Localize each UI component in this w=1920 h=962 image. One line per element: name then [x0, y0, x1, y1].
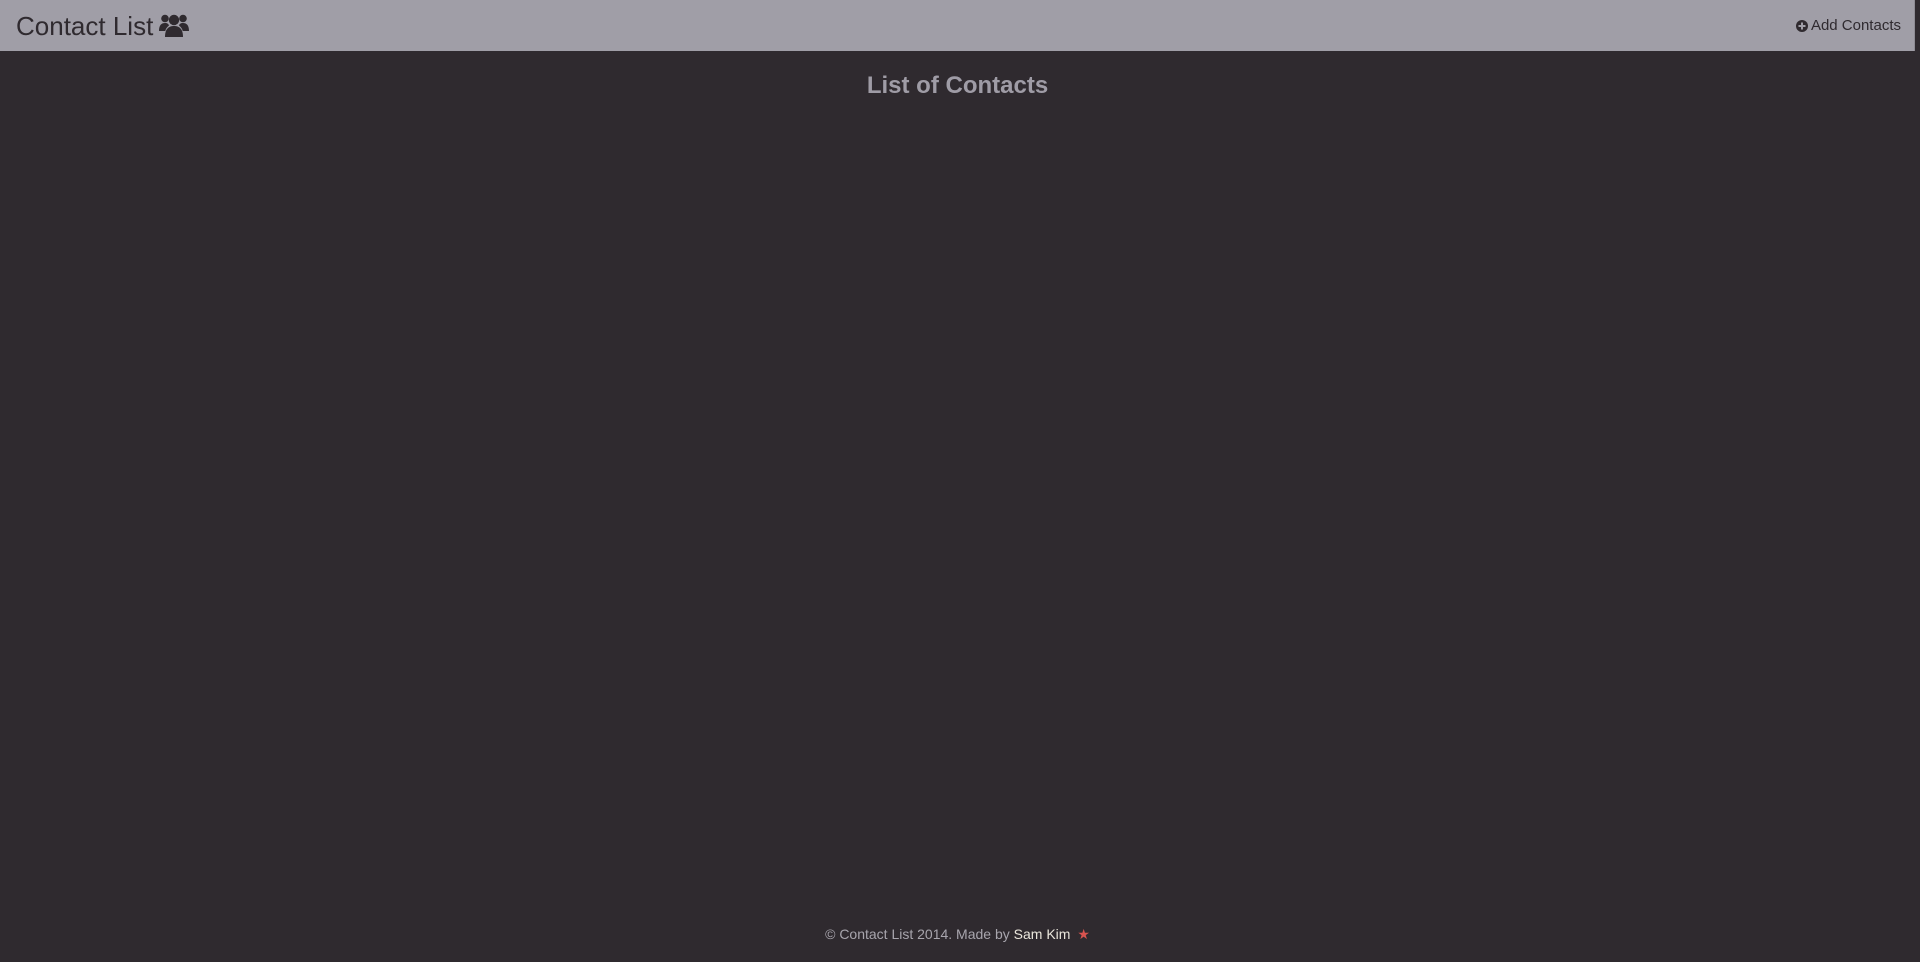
footer: © Contact List 2014. Made by Sam Kim ★ — [0, 924, 1915, 944]
users-icon — [159, 13, 190, 39]
plus-circle-icon — [1795, 20, 1808, 32]
author-link[interactable]: Sam Kim — [1014, 926, 1071, 942]
star-icon: ★ — [1077, 926, 1090, 942]
app-page: Contact List Add Contacts List of Contac… — [0, 0, 1920, 962]
top-navbar: Contact List Add Contacts — [0, 0, 1915, 51]
brand-link[interactable]: Contact List — [16, 9, 190, 43]
footer-copyright: © Contact List 2014. Made by — [825, 926, 1010, 942]
add-contacts-link[interactable]: Add Contacts — [1795, 16, 1901, 36]
page-title: List of Contacts — [866, 72, 1049, 99]
add-contacts-label: Add Contacts — [1810, 17, 1901, 34]
brand-label: Contact List — [16, 11, 154, 41]
